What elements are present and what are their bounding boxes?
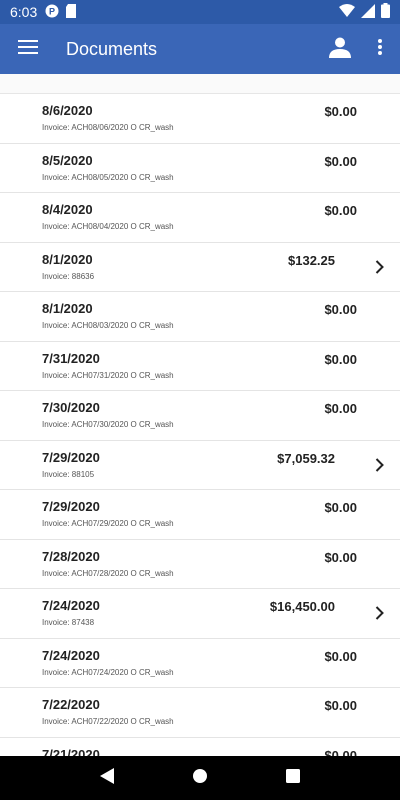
wifi-icon [339, 3, 355, 21]
account-button[interactable] [320, 24, 360, 74]
document-invoice: Invoice: ACH08/03/2020 O CR_wash [42, 321, 174, 330]
document-date: 7/24/2020 [42, 598, 100, 613]
document-invoice: Invoice: 88105 [42, 469, 95, 479]
document-date: 7/29/2020 [42, 499, 100, 514]
home-circle-icon [192, 768, 208, 789]
document-invoice: Invoice: ACH07/31/2020 O CR_wash [42, 370, 174, 380]
document-invoice: Invoice: ACH07/28/2020 O CR_wash [42, 568, 174, 578]
menu-button[interactable] [0, 24, 56, 74]
document-row: 7/30/2020 Invoice: ACH07/30/2020 O CR_was… [0, 391, 400, 441]
document-row: 8/5/2020 Invoice: ACH08/05/2020 O CR_wash… [0, 144, 400, 193]
back-triangle-icon [99, 767, 114, 789]
document-row: 8/4/2020 Invoice: ACH08/04/2020 O CR_wash… [0, 193, 400, 243]
document-date: 8/1/2020 [42, 251, 93, 267]
more-vert-icon [378, 38, 382, 60]
document-amount: $0.00 [324, 302, 357, 317]
document-date: 7/21/2020 [42, 746, 100, 757]
document-row: 8/6/2020 Invoice: ACH08/06/2020 O CR_wash… [0, 94, 400, 144]
page-title: Documents [66, 38, 158, 59]
chevron-right-icon[interactable] [372, 604, 386, 622]
document-row: 7/22/2020 Invoice: ACH07/22/2020 O CR_was… [0, 688, 400, 738]
document-row[interactable]: 7/29/2020 Invoice: 88105 $7,059.32 [0, 441, 400, 490]
documents-list[interactable]: 8/6/2020 Invoice: ACH08/06/2020 O CR_wash… [0, 93, 400, 756]
document-invoice: Invoice: ACH07/29/2020 O CR_wash [42, 519, 174, 528]
document-invoice: Invoice: ACH08/04/2020 O CR_wash [42, 222, 174, 231]
svg-text:P: P [49, 6, 55, 16]
status-bar: 6:03 P [0, 0, 400, 24]
document-row[interactable]: 7/24/2020 Invoice: 87438 $16,450.00 [0, 589, 400, 639]
recents-button[interactable] [273, 758, 313, 798]
document-invoice: Invoice: ACH07/30/2020 O CR_wash [42, 420, 174, 429]
document-date: 7/22/2020 [42, 697, 100, 712]
document-amount: $0.00 [324, 153, 357, 169]
document-row: 7/24/2020 Invoice: ACH07/24/2020 O CR_was… [0, 639, 400, 688]
document-date: 7/31/2020 [42, 350, 100, 366]
app-notification-icon: P [45, 4, 59, 21]
document-date: 7/24/2020 [42, 647, 100, 663]
document-row: 7/31/2020 Invoice: ACH07/31/2020 O CR_was… [0, 342, 400, 391]
battery-icon [381, 3, 390, 21]
document-amount: $0.00 [324, 203, 357, 218]
document-row[interactable]: 8/1/2020 Invoice: 88636 $132.25 [0, 243, 400, 292]
back-button[interactable] [87, 758, 127, 798]
document-row: 7/29/2020 Invoice: ACH07/29/2020 O CR_was… [0, 490, 400, 540]
system-nav-bar [0, 756, 400, 800]
document-amount: $0.00 [324, 401, 357, 416]
document-amount: $0.00 [324, 648, 357, 664]
sd-card-icon [65, 3, 77, 21]
document-amount: $132.25 [288, 252, 335, 268]
document-invoice: Invoice: ACH07/24/2020 O CR_wash [42, 667, 174, 677]
document-date: 8/4/2020 [42, 202, 93, 217]
document-date: 7/29/2020 [42, 449, 100, 465]
status-time: 6:03 [10, 4, 38, 20]
document-date: 8/1/2020 [42, 301, 93, 316]
app-bar: Documents [0, 24, 400, 74]
hamburger-menu-icon [18, 39, 38, 59]
document-date: 8/5/2020 [42, 152, 93, 168]
document-row: 7/28/2020 Invoice: ACH07/28/2020 O CR_was… [0, 540, 400, 589]
document-invoice: Invoice: ACH08/06/2020 O CR_wash [42, 123, 174, 132]
document-row: 8/1/2020 Invoice: ACH08/03/2020 O CR_wash… [0, 292, 400, 342]
document-invoice: Invoice: 87438 [42, 618, 95, 627]
document-invoice: Invoice: ACH07/22/2020 O CR_wash [42, 717, 174, 726]
document-amount: $0.00 [324, 104, 357, 119]
document-date: 7/28/2020 [42, 548, 100, 564]
document-invoice: Invoice: 88636 [42, 271, 95, 281]
document-date: 7/30/2020 [42, 400, 100, 415]
chevron-right-icon[interactable] [372, 258, 386, 276]
document-amount: $0.00 [324, 351, 357, 367]
person-icon [329, 36, 351, 63]
document-row: 7/21/2020 $0.00 [0, 738, 400, 757]
document-amount: $7,059.32 [277, 450, 335, 466]
document-invoice: Invoice: ACH08/05/2020 O CR_wash [42, 172, 174, 182]
document-amount: $0.00 [324, 698, 357, 713]
document-amount: $0.00 [324, 500, 357, 515]
document-amount: $0.00 [324, 747, 357, 757]
overflow-menu-button[interactable] [360, 24, 400, 74]
cell-signal-icon [361, 3, 375, 21]
document-amount: $0.00 [324, 549, 357, 565]
chevron-right-icon[interactable] [372, 456, 386, 474]
recents-square-icon [286, 768, 301, 788]
document-amount: $16,450.00 [269, 599, 335, 614]
document-date: 8/6/2020 [42, 103, 93, 118]
home-button[interactable] [180, 758, 220, 798]
